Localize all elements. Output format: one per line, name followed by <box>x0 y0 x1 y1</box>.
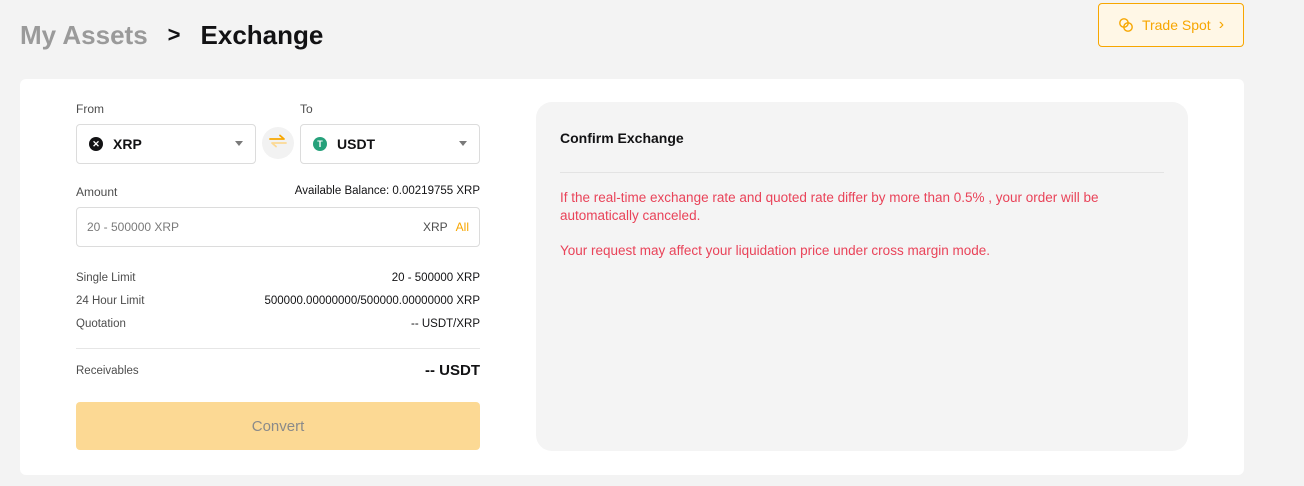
xrp-icon: ✕ <box>89 137 103 151</box>
from-coin-select[interactable]: ✕ XRP <box>76 124 256 164</box>
trade-spot-label: Trade Spot <box>1141 17 1211 33</box>
rate-warning: If the real-time exchange rate and quote… <box>560 190 1099 223</box>
single-limit-value: 20 - 500000 XRP <box>391 272 480 284</box>
confirm-title: Confirm Exchange <box>560 130 684 146</box>
chevron-right-icon: › <box>1218 16 1225 33</box>
day-limit-value: 500000.00000000/500000.00000000 XRP <box>264 295 480 307</box>
quotation-row: Quotation -- USDT/XRP <box>76 318 480 330</box>
amount-unit: XRP <box>422 220 448 234</box>
breadcrumb-separator: > <box>167 22 181 47</box>
quotation-label: Quotation <box>76 318 126 330</box>
single-limit-row: Single Limit 20 - 500000 XRP <box>76 272 480 284</box>
single-limit-label: Single Limit <box>76 272 136 284</box>
amount-label: Amount <box>76 185 118 199</box>
day-limit-row: 24 Hour Limit 500000.00000000/500000.000… <box>76 295 480 307</box>
quotation-value: -- USDT/XRP <box>411 318 480 330</box>
breadcrumb-my-assets[interactable]: My Assets <box>20 20 148 51</box>
trade-spot-button[interactable]: Trade Spot › <box>1098 3 1244 47</box>
receivables-row: Receivables -- USDT <box>76 362 480 379</box>
usdt-icon: T <box>313 137 327 151</box>
day-limit-label: 24 Hour Limit <box>76 295 145 307</box>
page-title: Exchange <box>200 19 324 50</box>
receivables-label: Receivables <box>76 364 139 377</box>
chevron-down-icon <box>459 141 467 146</box>
from-label: From <box>76 102 104 116</box>
to-coin-select[interactable]: T USDT <box>300 124 480 164</box>
exchange-card: From To ✕ XRP T USDT Amount Available Ba… <box>20 79 1244 475</box>
from-coin-name: XRP <box>113 136 142 152</box>
confirm-exchange-panel: Confirm Exchange If the real-time exchan… <box>536 102 1188 451</box>
amount-field[interactable]: XRP All <box>76 207 480 247</box>
available-balance: Available Balance: 0.00219755 XRP <box>294 185 480 197</box>
swap-arrows-icon <box>268 134 288 153</box>
convert-button[interactable]: Convert <box>76 402 480 450</box>
to-label: To <box>300 102 313 116</box>
amount-all-button[interactable]: All <box>456 220 469 234</box>
breadcrumb: My Assets > Exchange <box>20 18 323 52</box>
receivables-value: -- USDT <box>425 362 480 379</box>
chevron-down-icon <box>235 141 243 146</box>
divider <box>560 172 1164 173</box>
coin-swap-icon <box>1118 17 1134 33</box>
amount-input[interactable] <box>87 220 423 234</box>
swap-button[interactable] <box>262 127 294 159</box>
divider <box>76 348 480 349</box>
to-coin-name: USDT <box>337 136 376 152</box>
liquidation-warning: Your request may affect your liquidation… <box>560 243 990 258</box>
